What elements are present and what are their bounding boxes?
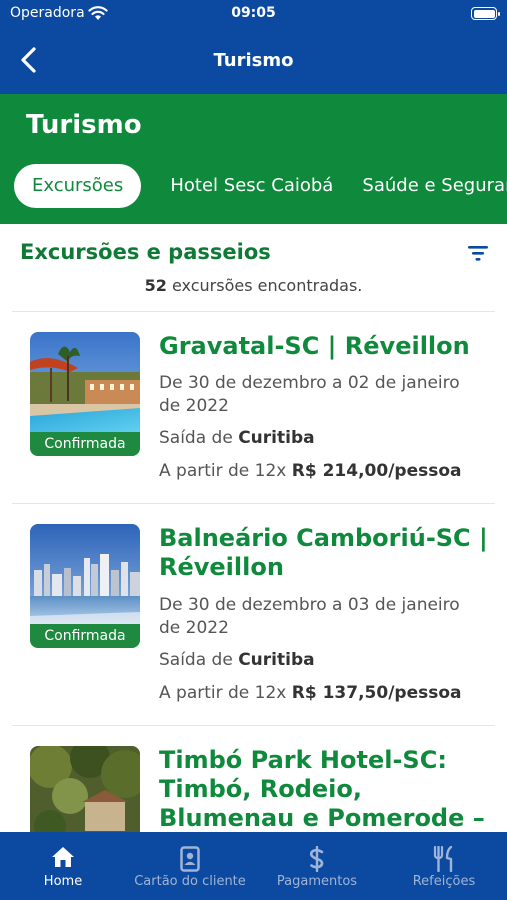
status-bar: Operadora 09:05 bbox=[0, 0, 507, 28]
tabbar-refeicoes[interactable]: Refeições bbox=[381, 832, 507, 900]
origin-city: Curitiba bbox=[238, 428, 315, 448]
dollar-icon bbox=[309, 846, 324, 872]
status-badge: Confirmada bbox=[30, 432, 140, 456]
tab-excursoes[interactable]: Excursões bbox=[14, 164, 142, 208]
excursion-dates: De 30 de dezembro a 02 de janeiro de 202… bbox=[159, 373, 460, 416]
clock-label: 09:05 bbox=[231, 5, 276, 21]
price-value: R$ 137,50/pessoa bbox=[291, 683, 462, 703]
excursion-card[interactable]: Timbó Park Hotel-SC: Timbó, Rodeio, Blum… bbox=[0, 726, 507, 832]
garden-hotel-image bbox=[30, 746, 140, 832]
bottom-tab-bar: Home Cartão do cliente Pagamentos Refeiç… bbox=[0, 832, 507, 900]
excursion-thumbnail bbox=[30, 746, 140, 832]
excursion-title: Timbó Park Hotel-SC: Timbó, Rodeio, Blum… bbox=[159, 746, 485, 832]
origin-city: Curitiba bbox=[238, 650, 315, 670]
excursion-price: A partir de 12x R$ 137,50/pessoa bbox=[159, 683, 462, 703]
tab-saude-e-seguranca[interactable]: Saúde e Segurança bbox=[362, 164, 507, 208]
id-card-icon bbox=[180, 846, 200, 872]
tabbar-label: Pagamentos bbox=[276, 874, 358, 889]
excursion-price: A partir de 12x R$ 214,00/pessoa bbox=[159, 461, 462, 481]
tabbar-cartao-do-cliente[interactable]: Cartão do cliente bbox=[127, 832, 253, 900]
excursion-title: Balneário Camboriú-SC | Réveillon bbox=[159, 524, 488, 581]
excursion-thumbnail: Confirmada bbox=[30, 524, 140, 648]
battery-icon bbox=[471, 7, 500, 20]
excursion-origin: Saída de Curitiba bbox=[159, 428, 315, 448]
tabbar-label: Cartão do cliente bbox=[134, 874, 246, 889]
excursion-origin: Saída de Curitiba bbox=[159, 650, 315, 670]
results-count-suffix: excursões encontradas. bbox=[171, 276, 363, 295]
section-title: Turismo bbox=[26, 110, 142, 140]
price-value: R$ 214,00/pessoa bbox=[291, 461, 462, 481]
excursion-card[interactable]: Confirmada Gravatal-SC | Réveillon De 30… bbox=[0, 312, 507, 502]
filter-icon[interactable] bbox=[466, 243, 490, 263]
page-title: Turismo bbox=[213, 50, 294, 71]
excursion-card[interactable]: Confirmada Balneário Camboriú-SC | Révei… bbox=[0, 504, 507, 724]
section-header: Turismo Excursões Hotel Sesc Caiobá Saúd… bbox=[0, 94, 507, 224]
tabbar-pagamentos[interactable]: Pagamentos bbox=[254, 832, 380, 900]
list-heading: Excursões e passeios bbox=[20, 240, 271, 264]
results-count: 52 excursões encontradas. bbox=[0, 276, 507, 295]
price-prefix: A partir de 12x bbox=[159, 683, 287, 703]
tabbar-label: Refeições bbox=[412, 874, 476, 889]
cutlery-icon bbox=[433, 846, 453, 872]
status-badge: Confirmada bbox=[30, 624, 140, 648]
excursion-title: Gravatal-SC | Réveillon bbox=[159, 332, 470, 360]
tab-hotel-sesc-caioba[interactable]: Hotel Sesc Caiobá bbox=[170, 164, 333, 208]
navigation-bar: Turismo bbox=[0, 28, 507, 94]
tabbar-home[interactable]: Home bbox=[0, 832, 126, 900]
tabbar-label: Home bbox=[43, 874, 83, 889]
price-prefix: A partir de 12x bbox=[159, 461, 287, 481]
results-count-number: 52 bbox=[144, 276, 167, 295]
category-tabs: Excursões Hotel Sesc Caiobá Saúde e Segu… bbox=[14, 164, 507, 208]
excursion-thumbnail: Confirmada bbox=[30, 332, 140, 456]
origin-prefix: Saída de bbox=[159, 650, 233, 670]
excursion-dates: De 30 de dezembro a 03 de janeiro de 202… bbox=[159, 595, 460, 638]
home-icon bbox=[52, 847, 74, 867]
origin-prefix: Saída de bbox=[159, 428, 233, 448]
